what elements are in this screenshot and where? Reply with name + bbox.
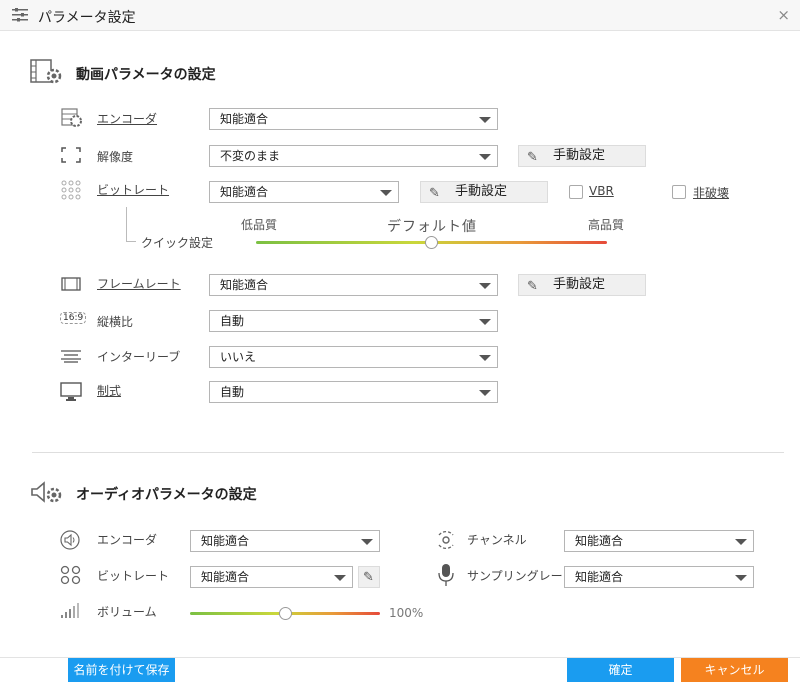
channel-select[interactable]: 知能適合: [564, 530, 754, 552]
framerate-manual-button-label: 手動設定: [553, 277, 606, 292]
chevron-down-icon: [479, 117, 491, 123]
save-as-button[interactable]: 名前を付けて保存: [68, 658, 175, 682]
format-label[interactable]: 制式: [97, 382, 121, 399]
audio-bitrate-label: ビットレート: [97, 569, 170, 583]
quick-settings-label: クイック設定: [141, 236, 214, 250]
pencil-icon: ✎: [363, 570, 374, 585]
cancel-button[interactable]: キャンセル: [681, 658, 788, 682]
video-bitrate-value: 知能適合: [220, 185, 269, 199]
default-value-label: デフォルト値: [387, 219, 477, 235]
channel-value: 知能適合: [575, 534, 624, 548]
audio-bitrate-icon: [60, 565, 81, 585]
resolution-label: 解像度: [97, 150, 134, 164]
chevron-down-icon: [479, 319, 491, 325]
vbr-label[interactable]: VBR: [589, 184, 614, 198]
chevron-down-icon: [479, 355, 491, 361]
audio-encoder-value: 知能適合: [201, 534, 250, 548]
video-bitrate-select[interactable]: 知能適合: [209, 181, 399, 203]
chevron-down-icon: [334, 575, 346, 581]
interlace-label: インターリーブ: [97, 350, 181, 364]
audio-encoder-select[interactable]: 知能適合: [190, 530, 380, 552]
sample-rate-label: サンプリングレート: [467, 569, 575, 583]
chevron-down-icon: [361, 539, 373, 545]
close-icon[interactable]: ×: [777, 6, 790, 24]
video-bitrate-label[interactable]: ビットレート: [97, 181, 169, 198]
microphone-icon: [438, 564, 454, 586]
chevron-down-icon: [479, 154, 491, 160]
encoder-gear-icon: [61, 108, 82, 127]
section-divider: [32, 452, 784, 453]
vbr-checkbox[interactable]: [569, 185, 583, 199]
high-quality-label: 高品質: [588, 218, 625, 232]
chevron-down-icon: [735, 575, 747, 581]
framerate-value: 知能適合: [220, 278, 269, 292]
format-value: 自動: [220, 385, 245, 399]
channel-surround-icon: [438, 531, 454, 549]
video-section-title: 動画パラメータの設定: [76, 67, 216, 83]
speaker-icon: [60, 530, 80, 550]
aspect-ratio-icon: 16:9: [60, 312, 87, 324]
audio-bitrate-select[interactable]: 知能適合: [190, 566, 353, 588]
quick-quality-slider-handle[interactable]: [425, 236, 438, 249]
format-select[interactable]: 自動: [209, 381, 498, 403]
resolution-select[interactable]: 不変のまま: [209, 145, 498, 167]
resolution-value: 不変のまま: [220, 149, 281, 163]
sample-rate-select[interactable]: 知能適合: [564, 566, 754, 588]
audio-settings-icon: [31, 481, 62, 503]
video-encoder-select[interactable]: 知能適合: [209, 108, 498, 130]
interlace-value: いいえ: [220, 350, 257, 364]
volume-value: 100%: [389, 606, 424, 620]
aspect-ratio-select[interactable]: 自動: [209, 310, 498, 332]
resolution-manual-button-label: 手動設定: [553, 148, 606, 163]
chevron-down-icon: [735, 539, 747, 545]
volume-label: ボリューム: [97, 605, 157, 619]
audio-bitrate-value: 知能適合: [201, 570, 250, 584]
low-quality-label: 低品質: [241, 218, 278, 232]
audio-encoder-label: エンコーダ: [97, 533, 158, 547]
chevron-down-icon: [479, 390, 491, 396]
tree-line-branch: [126, 241, 136, 242]
video-encoder-value: 知能適合: [220, 112, 269, 126]
framerate-label[interactable]: フレームレート: [97, 275, 181, 292]
bitrate-dots-icon: [61, 180, 81, 200]
monitor-icon: [60, 382, 82, 401]
audio-bitrate-edit-button[interactable]: ✎: [358, 566, 380, 588]
resolution-manual-button[interactable]: ✎ 手動設定: [518, 145, 646, 167]
channel-label: チャンネル: [467, 533, 527, 547]
tree-line: [126, 207, 127, 241]
video-encoder-label[interactable]: エンコーダ: [97, 110, 157, 127]
pencil-icon: ✎: [527, 279, 538, 294]
volume-slider-handle[interactable]: [278, 607, 292, 620]
aspect-ratio-value: 自動: [220, 314, 245, 328]
framerate-film-icon: [61, 277, 81, 291]
aspect-ratio-label: 縦横比: [97, 315, 134, 329]
volume-bars-icon: [61, 603, 79, 618]
chevron-down-icon: [479, 283, 491, 289]
window-title: パラメータ設定: [38, 10, 136, 26]
lossless-label[interactable]: 非破壊: [693, 184, 729, 201]
resolution-frame-icon: [61, 147, 81, 163]
framerate-manual-button[interactable]: ✎ 手動設定: [518, 274, 646, 296]
lossless-checkbox[interactable]: [672, 185, 686, 199]
framerate-select[interactable]: 知能適合: [209, 274, 498, 296]
pencil-icon: ✎: [527, 150, 538, 165]
audio-section-title: オーディオパラメータの設定: [76, 487, 257, 503]
settings-sliders-icon: [12, 8, 28, 22]
chevron-down-icon: [380, 190, 392, 196]
ok-button[interactable]: 確定: [567, 658, 674, 682]
bitrate-manual-button[interactable]: ✎ 手動設定: [420, 181, 548, 203]
interlace-select[interactable]: いいえ: [209, 346, 498, 368]
video-settings-icon: [30, 59, 62, 84]
pencil-icon: ✎: [429, 186, 440, 201]
sample-rate-value: 知能適合: [575, 570, 624, 584]
bitrate-manual-button-label: 手動設定: [455, 184, 508, 199]
interlace-lines-icon: [61, 350, 81, 363]
